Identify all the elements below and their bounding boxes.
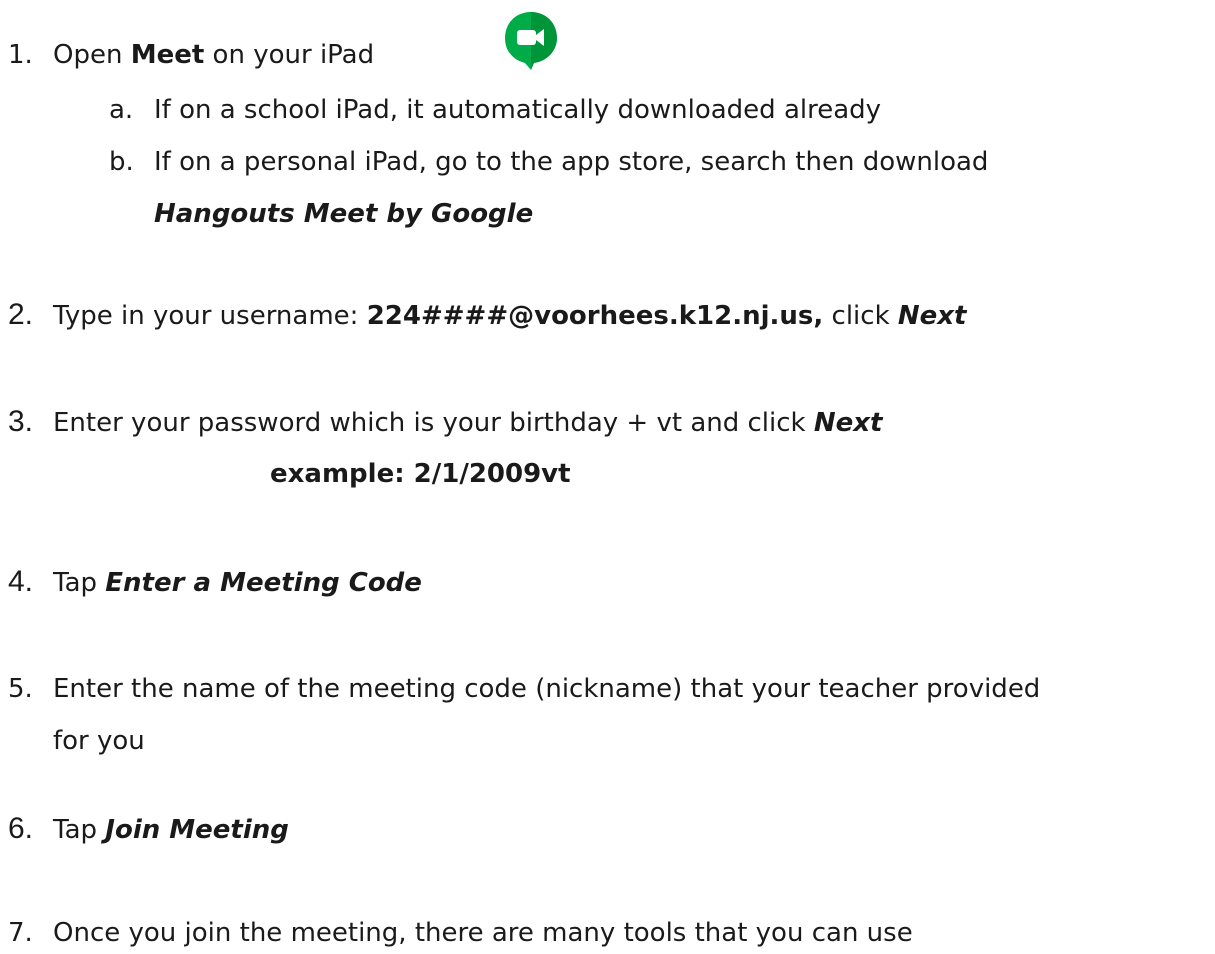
step-text: If on a personal iPad, go to the app sto…	[154, 147, 989, 177]
step-number: 4.	[8, 565, 34, 598]
sub-letter: a.	[109, 95, 134, 125]
step-5: 5. Enter the name of the meeting code (ni…	[8, 672, 1040, 706]
step-text: Tap	[53, 815, 106, 845]
step-number: 3.	[8, 405, 34, 438]
step-text: Enter your password which is your birthd…	[53, 408, 814, 438]
app-store-name: Hangouts Meet by Google	[154, 199, 534, 229]
step-number: 5.	[8, 674, 33, 704]
step-5-cont: for you	[53, 726, 145, 756]
action-label: Next	[813, 408, 883, 438]
step-3: 3. Enter your password which is your birt…	[8, 405, 882, 440]
step-text: Enter the name of the meeting code (nick…	[53, 674, 1041, 704]
step-1b: b. If on a personal iPad, go to the app s…	[109, 145, 988, 179]
step-1a: a. If on a school iPad, it automatically …	[109, 93, 881, 127]
google-meet-logo-icon	[505, 12, 557, 70]
step-2: 2. Type in your username: 224####@voorhee…	[8, 298, 966, 333]
step-text: Tap	[53, 568, 106, 598]
password-example: example: 2/1/2009vt	[270, 459, 571, 489]
step-4: 4. Tap Enter a Meeting Code	[8, 565, 422, 600]
action-label: Join Meeting	[105, 815, 289, 845]
step-number: 6.	[8, 812, 34, 845]
step-6: 6. Tap Join Meeting	[8, 812, 289, 847]
step-text: Type in your username:	[53, 301, 367, 331]
step-1: 1. Open Meet on your iPad	[8, 38, 374, 72]
username: 224####@voorhees.k12.nj.us,	[366, 301, 824, 331]
sub-letter: b.	[109, 147, 134, 177]
action-label: Enter a Meeting Code	[105, 568, 422, 598]
step-number: 1.	[8, 40, 33, 70]
step-text: Once you join the meeting, there are man…	[53, 918, 913, 948]
step-number: 7.	[8, 918, 33, 948]
step-7: 7. Once you join the meeting, there are m…	[8, 916, 913, 950]
app-name: Meet	[130, 40, 205, 70]
step-number: 2.	[8, 298, 34, 331]
step-text: click	[823, 301, 898, 331]
action-label: Next	[897, 301, 967, 331]
step-text: on your iPad	[204, 40, 375, 70]
step-text: If on a school iPad, it automatically do…	[154, 95, 882, 125]
step-text: Open	[53, 40, 131, 70]
